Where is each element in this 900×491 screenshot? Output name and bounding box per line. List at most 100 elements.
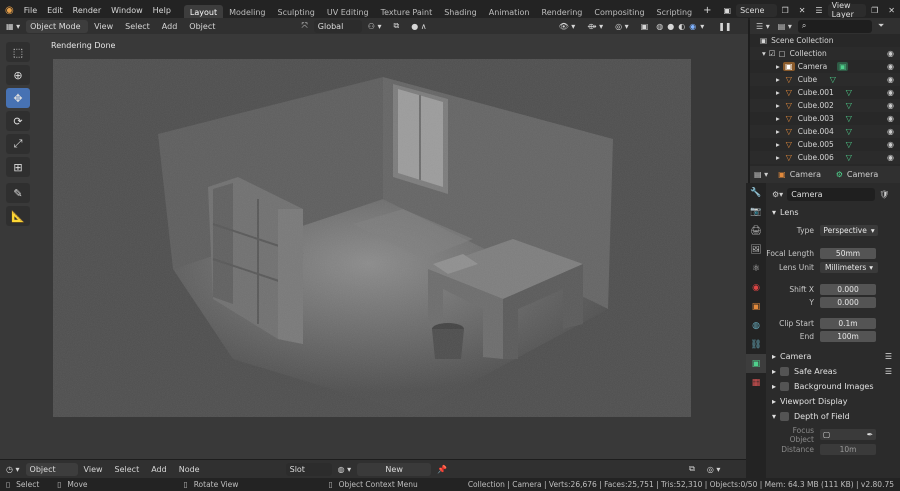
view-layer-close-icon[interactable]: ✕ [883,6,900,15]
type-dropdown[interactable]: Perspective ▾ [820,225,878,236]
render-tab-icon[interactable]: 📷 [746,202,766,221]
world-tab-icon[interactable]: ◉ [746,278,766,297]
output-tab-icon[interactable]: 🖨 [746,221,766,240]
physics-tab-icon[interactable]: ◍ [746,316,766,335]
menu-render[interactable]: Render [68,6,106,15]
camera-data-name-field[interactable]: Camera [787,187,876,201]
properties-editor-icon[interactable]: ▤ ▾ [754,170,768,179]
scale-icon[interactable]: ⤢ [6,134,30,154]
view-layer-tab-icon[interactable]: 🖼 [746,240,766,259]
display-mode-icon[interactable]: ▤ ▾ [778,22,792,31]
eye-icon[interactable]: ◉ [887,153,894,162]
eyedropper-icon[interactable]: ✒ [867,430,873,439]
new-material-button[interactable]: New [357,462,432,476]
outliner-row-cube-002[interactable]: ▸ ▽ Cube.002 ▽ ◉ [750,99,900,112]
proportional-edit-icon[interactable]: ● ∧ [405,22,432,31]
depth-of-field-section-header[interactable]: ▾ Depth of Field [766,409,900,424]
shift-y-field[interactable]: 0.000 [820,297,876,308]
outliner-row-cube-005[interactable]: ▸ ▽ Cube.005 ▽ ◉ [750,138,900,151]
xray-icon[interactable]: ▣ [635,22,655,31]
outliner-row-cube-003[interactable]: ▸ ▽ Cube.003 ▽ ◉ [750,112,900,125]
node-editor-type-icon[interactable]: ◷ ▾ [0,465,26,474]
checkbox-icon[interactable]: ☑ [769,49,776,58]
scene-tab-icon[interactable]: ⚛ [746,259,766,278]
eye-icon[interactable]: ◉ [887,88,894,97]
outliner-row-cube-001[interactable]: ▸ ▽ Cube.001 ▽ ◉ [750,86,900,99]
blender-logo-icon[interactable]: ◉ [0,5,19,16]
shading-wireframe-icon[interactable]: ◍ [654,22,665,31]
background-images-section-header[interactable]: ▸ Background Images [766,379,900,394]
visibility-icon[interactable]: 👁 ▾ [553,22,582,31]
clip-start-field[interactable]: 0.1m [820,318,876,329]
scene-copy-icon[interactable]: ❐ [777,6,794,15]
node-mode-dropdown[interactable]: Object [25,462,78,476]
rotate-icon[interactable]: ⟳ [6,111,30,131]
camera-data-browse-icon[interactable]: ⚙▾ [772,190,783,199]
scene-close-icon[interactable]: ✕ [794,6,811,15]
expand-icon[interactable]: ▸ [776,140,780,149]
expand-icon[interactable]: ▸ [776,62,780,71]
menu-window[interactable]: Window [106,6,148,15]
lens-unit-dropdown[interactable]: Millimeters ▾ [820,262,878,273]
fake-user-icon[interactable]: 🛡 [879,190,889,199]
outliner-row-cube-004[interactable]: ▸ ▽ Cube.004 ▽ ◉ [750,125,900,138]
mode-dropdown[interactable]: Object Mode [26,19,89,33]
pivot-icon[interactable]: ⚇ ▾ [362,22,388,31]
eye-icon[interactable]: ◉ [887,114,894,123]
cursor-icon[interactable]: ⊕ [6,65,30,85]
camera-section-header[interactable]: ▸ Camera ☰ [766,349,900,364]
eye-icon[interactable]: ◉ [887,49,894,58]
outliner-row-scene-collection[interactable]: ▣ Scene Collection [750,34,900,47]
menu-edit[interactable]: Edit [42,6,68,15]
view-layer-field[interactable]: View Layer [827,1,867,19]
drag-handle-icon[interactable]: ☰ [885,367,892,376]
safe-areas-section-header[interactable]: ▸ Safe Areas ☰ [766,364,900,379]
shift-x-field[interactable]: 0.000 [820,284,876,295]
view-layer-copy-icon[interactable]: ❐ [866,6,883,15]
node-menu-select[interactable]: Select [109,465,146,474]
eye-icon[interactable]: ◉ [887,140,894,149]
shading-rendered-icon[interactable]: ◉ [687,22,698,31]
constraints-tab-icon[interactable]: ⛓ [746,335,766,354]
node-overlay-icon[interactable]: ◎ ▾ [701,465,727,474]
expand-icon[interactable]: ▸ [776,127,780,136]
lens-section-header[interactable]: ▾ Lens [766,205,900,220]
menu-select[interactable]: Select [119,22,156,31]
depth-of-field-checkbox[interactable] [780,412,790,421]
distance-field[interactable]: 10m [820,444,876,455]
select-box-icon[interactable]: ⬚ [6,42,30,62]
snap-icon[interactable]: ⧉ [388,21,406,31]
orientation-dropdown[interactable]: Global [313,19,362,33]
expand-icon[interactable]: ▸ [776,114,780,123]
node-menu-view[interactable]: View [78,465,109,474]
menu-object[interactable]: Object [183,22,221,31]
overlay-icon[interactable]: ◎ ▾ [609,22,635,31]
eye-icon[interactable]: ◉ [887,62,894,71]
transform-icon[interactable]: ⊞ [6,157,30,177]
editor-type-icon[interactable]: ▦ ▾ [0,22,26,31]
shading-solid-icon[interactable]: ● [665,22,676,31]
pin-icon[interactable]: 📌 [431,465,453,474]
node-menu-node[interactable]: Node [173,465,206,474]
expand-icon[interactable]: ▾ [762,49,766,58]
outliner-editor-icon[interactable]: ☰ ▾ [756,22,770,31]
slot-dropdown[interactable]: Slot [285,462,332,476]
outliner-row-cube-006[interactable]: ▸ ▽ Cube.006 ▽ ◉ [750,151,900,164]
outliner-search-input[interactable]: ⌕ [797,19,872,33]
menu-help[interactable]: Help [148,6,176,15]
gizmo-icon[interactable]: ⟴ ▾ [581,22,609,31]
object-tab-icon[interactable]: ▣ [746,297,766,316]
outliner-row-cube[interactable]: ▸ ▽ Cube ▽ ◉ [750,73,900,86]
menu-add[interactable]: Add [156,22,184,31]
shading-material-icon[interactable]: ◐ [676,22,687,31]
focal-length-field[interactable]: 50mm [820,248,876,259]
node-menu-add[interactable]: Add [145,465,173,474]
annotate-icon[interactable]: ✎ [6,183,30,203]
tool-tab-icon[interactable]: 🔧 [746,183,766,202]
expand-icon[interactable]: ▸ [776,75,780,84]
outliner-row-camera[interactable]: ▸ ▣ Camera ▣ ◉ [750,60,900,73]
camera-data-tab-icon[interactable]: ▣ [746,354,766,373]
expand-icon[interactable]: ▸ [776,101,780,110]
eye-icon[interactable]: ◉ [887,101,894,110]
shading-options-icon[interactable]: ▾ [698,22,706,31]
